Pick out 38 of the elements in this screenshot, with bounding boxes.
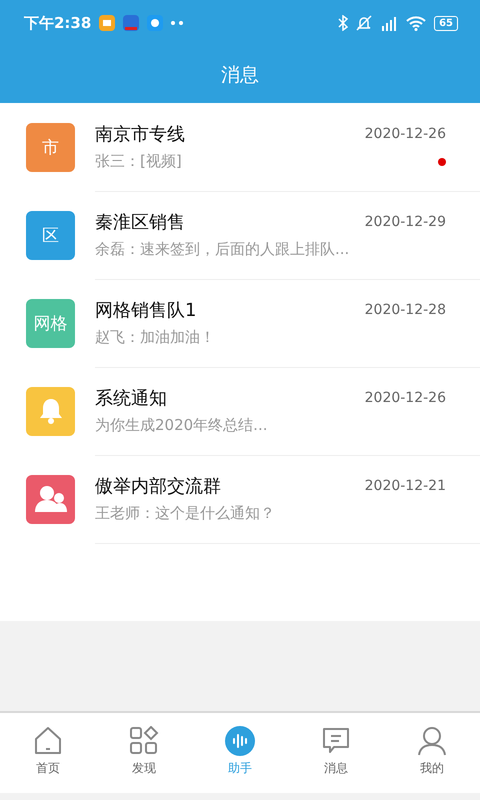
battery-indicator: 65: [434, 16, 458, 30]
tab-button[interactable]: 消息: [288, 713, 384, 793]
status-time: 下午2:38: [24, 14, 92, 32]
conversation-date: 2020-12-29: [364, 214, 446, 230]
home-icon: [33, 726, 63, 756]
mute-icon: [356, 15, 372, 31]
app-notification-icon: [123, 15, 140, 31]
avatar-tile: 市: [26, 122, 75, 172]
conversation-date: 2020-12-26: [364, 126, 446, 142]
conversation-name[interactable]: 网格销售队1: [95, 298, 365, 322]
conversation-date: 2020-12-28: [364, 302, 446, 318]
voice-icon: [225, 726, 255, 756]
signal-icon: [380, 15, 398, 31]
message-preview: 张三：[视频]: [95, 152, 183, 171]
conversation-name[interactable]: 傲举内部交流群: [95, 474, 365, 498]
conversation-name[interactable]: 系统通知: [95, 386, 365, 410]
message-preview: 王老师：这个是什么通知？: [95, 504, 276, 523]
person-icon: [417, 726, 447, 756]
wifi-icon: [406, 15, 426, 31]
tab-button[interactable]: 发现: [96, 713, 192, 793]
app-notification-icon: [147, 15, 164, 31]
message-preview: 为你生成2020年终总结...: [95, 416, 268, 435]
conversation-date: 2020-12-21: [364, 478, 446, 494]
tab-button[interactable]: 我的: [384, 713, 480, 793]
tab-button[interactable]: 首页: [0, 713, 96, 793]
avatar-tile: 网格: [26, 298, 75, 348]
app-notification-icon: [99, 15, 116, 31]
avatar-tile: 区: [26, 210, 75, 260]
message-icon: [321, 726, 351, 756]
bluetooth-icon: [338, 15, 348, 31]
message-preview: 余磊：速来签到，后面的人跟上排队...: [95, 240, 350, 259]
page-title: 消息: [221, 62, 259, 88]
conversation-name[interactable]: 南京市专线: [95, 122, 365, 146]
conversation-date: 2020-12-26: [364, 390, 446, 406]
more-icon: [171, 21, 184, 25]
conversation-name[interactable]: 秦淮区销售: [95, 210, 365, 234]
grid-icon: [129, 726, 159, 756]
message-preview: 赵飞：加油加油！: [95, 328, 216, 347]
